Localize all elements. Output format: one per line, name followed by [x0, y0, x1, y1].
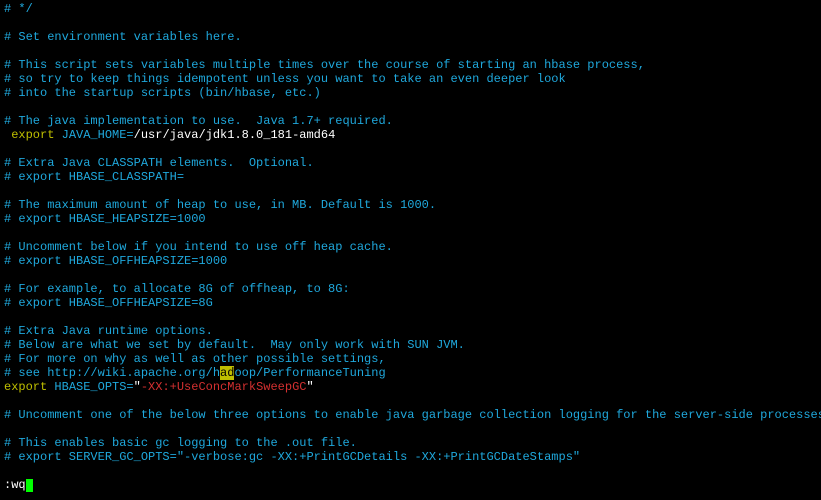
vim-command: :wq: [4, 478, 26, 492]
quote: ": [134, 380, 141, 394]
comment-line: # Set environment variables here.: [4, 30, 817, 44]
comment-line: # The maximum amount of heap to use, in …: [4, 198, 817, 212]
comment-line: # export SERVER_GC_OPTS="-verbose:gc -XX…: [4, 450, 817, 464]
comment-line: # Below are what we set by default. May …: [4, 338, 817, 352]
export-keyword: export: [11, 128, 54, 142]
comment-line: # For more on why as well as other possi…: [4, 352, 817, 366]
blank-line: [4, 464, 817, 478]
blank-line: [4, 422, 817, 436]
comment-line: # so try to keep things idempotent unles…: [4, 72, 817, 86]
comment-line: # For example, to allocate 8G of offheap…: [4, 282, 817, 296]
comment-line: # This script sets variables multiple ti…: [4, 58, 817, 72]
comment-line: # export HBASE_OFFHEAPSIZE=8G: [4, 296, 817, 310]
var-assign: JAVA_HOME=: [54, 128, 133, 142]
quote: ": [306, 380, 313, 394]
search-highlight: ad: [220, 366, 234, 380]
export-keyword: export: [4, 380, 47, 394]
blank-line: [4, 268, 817, 282]
comment-line: # Extra Java CLASSPATH elements. Optiona…: [4, 156, 817, 170]
comment-line: # Extra Java runtime options.: [4, 324, 817, 338]
comment-line: # export HBASE_OFFHEAPSIZE=1000: [4, 254, 817, 268]
comment-line: # This enables basic gc logging to the .…: [4, 436, 817, 450]
comment-line: # into the startup scripts (bin/hbase, e…: [4, 86, 817, 100]
comment-line: # see http://wiki.apache.org/hadoop/Perf…: [4, 366, 817, 380]
blank-line: [4, 44, 817, 58]
comment-line: # */: [4, 2, 817, 16]
var-value: /usr/java/jdk1.8.0_181-amd64: [134, 128, 336, 142]
blank-line: [4, 142, 817, 156]
comment-line: # The java implementation to use. Java 1…: [4, 114, 817, 128]
blank-line: [4, 226, 817, 240]
string-value: -XX:+UseConcMarkSweepGC: [141, 380, 307, 394]
blank-line: [4, 100, 817, 114]
blank-line: [4, 394, 817, 408]
comment-line: # Uncomment one of the below three optio…: [4, 408, 817, 422]
blank-line: [4, 16, 817, 30]
var-assign: HBASE_OPTS=: [47, 380, 133, 394]
comment-line: # export HBASE_CLASSPATH=: [4, 170, 817, 184]
cursor: [26, 479, 33, 492]
command-line[interactable]: :wq: [4, 478, 817, 492]
comment-line: # Uncomment below if you intend to use o…: [4, 240, 817, 254]
blank-line: [4, 184, 817, 198]
export-line: export HBASE_OPTS="-XX:+UseConcMarkSweep…: [4, 380, 817, 394]
comment-line: # export HBASE_HEAPSIZE=1000: [4, 212, 817, 226]
export-line: export JAVA_HOME=/usr/java/jdk1.8.0_181-…: [4, 128, 817, 142]
blank-line: [4, 310, 817, 324]
comment-text: # see http://wiki.apache.org/h: [4, 366, 220, 380]
comment-text: oop/PerformanceTuning: [234, 366, 385, 380]
editor-viewport[interactable]: # */ # Set environment variables here. #…: [4, 2, 817, 492]
